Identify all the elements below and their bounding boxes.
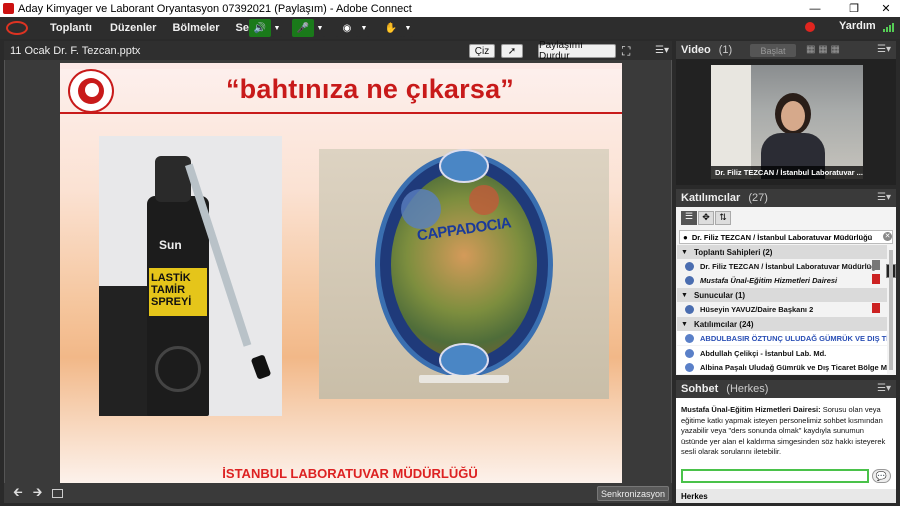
presenter-user-icon [685,304,694,314]
help-menu[interactable]: Yardım [839,20,876,32]
ministry-emblem-icon [68,69,114,113]
main-menu-bar: Toplantı Düzenler Bölmeler Ses [0,17,900,39]
slide-footer: İSTANBUL LABORATUVAR MÜDÜRLÜĞÜ [222,466,478,481]
chat-message: Mustafa Ünal-Eğitim Hizmetleri Dairesi: … [681,405,887,458]
participant-user-icon [685,362,694,372]
menu-bolmeler[interactable]: Bölmeler [172,22,219,34]
microphone-status-icon [872,260,880,270]
webcam-dropdown-icon[interactable]: ▼ [359,19,369,37]
attendee-row[interactable]: Hüseyin YAVUZ/Daire Başkanı 2 [677,302,887,316]
minimize-icon[interactable]: — [801,0,829,17]
raise-hand-dropdown-icon[interactable]: ▼ [403,19,413,37]
maximize-icon[interactable]: ❐ [840,0,868,17]
raise-hand-icon[interactable]: ✋ [380,19,402,37]
draw-button[interactable]: Çiz [469,44,495,58]
clear-selection-icon[interactable]: ✕ [883,232,892,241]
attendees-options-icon[interactable]: ☰▾ [877,192,891,203]
sort-icon[interactable]: ⇅ [715,211,731,225]
adobe-connect-logo-icon [0,17,34,39]
adobe-connect-app-icon [3,3,14,14]
next-slide-icon[interactable]: 🡲 [33,483,43,504]
participant-user-icon [685,333,694,343]
selected-attendee-bar[interactable]: ● Dr. Filiz TEZCAN / İstanbul Laboratuva… [679,230,893,244]
chat-options-icon[interactable]: ☰▾ [877,383,891,394]
attendees-count: (27) [748,192,768,204]
group-hosts[interactable]: ▼ Toplantı Sahipleri (2) [677,245,887,259]
attendee-row[interactable]: Mustafa Ünal-Eğitim Hizmetleri Dairesi [677,273,887,287]
sync-button[interactable]: Senkronizasyon [597,486,669,501]
menu-duzenler[interactable]: Düzenler [110,22,156,34]
spray-label-text: LASTİK TAMİR SPREYİ [151,272,192,308]
participant-user-icon [685,348,694,358]
grid-view-icon[interactable]: ✥ [698,211,714,225]
close-icon[interactable]: ✕ [872,0,900,17]
pod-options-icon[interactable]: ☰▾ [655,44,669,58]
presenter-name-label: Dr. Filiz TEZCAN / İstanbul Laboratuvar … [711,166,863,179]
attendee-row[interactable]: Abdullah Çelikçi - İstanbul Lab. Md. [677,346,887,360]
list-view-icon[interactable]: ☰ [681,211,697,225]
video-pod-title: Video [681,44,711,56]
previous-slide-icon[interactable]: 🡰 [13,483,23,504]
window-title: Aday Kimyager ve Laborant Oryantasyon 07… [18,2,412,15]
video-layout-icons[interactable]: ▦ ▦ ▦ [806,44,860,57]
group-presenters[interactable]: ▼ Sunucular (1) [677,288,887,302]
presenter-video-feed [711,65,863,179]
tire-repair-spray-photo: Sun LASTİK TAMİR SPREYİ [99,136,282,416]
recording-status-icon [805,22,815,32]
chat-recipient-tab[interactable]: Herkes [676,489,896,503]
microphone-muted-icon [872,274,880,284]
stop-sharing-button[interactable]: Paylaşımı Durdur [538,40,616,62]
slide-title: “bahtınıza ne çıkarsa” [225,74,514,104]
slide-divider [60,112,622,114]
attendees-scrollbar[interactable] [889,250,893,370]
webcam-icon[interactable]: ◉ [336,19,358,37]
user-icon: ● [683,232,688,242]
host-user-icon [685,261,694,271]
video-count: (1) [718,44,733,56]
attendee-row[interactable]: Albina Paşalı Uludağ Gümrük ve Dış Ticar… [677,360,887,374]
share-pod-footer: 🡰 🡲 [4,483,672,503]
cappadocia-plate-photo: CAPPADOCIA [319,149,609,399]
attendees-pod-title: Katılımcılar [681,192,741,204]
attendee-row[interactable]: Dr. Filiz TEZCAN / İstanbul Laboratuvar … [677,259,887,273]
collapse-icon[interactable]: ▼ [681,249,688,256]
microphone-muted-icon [872,303,880,313]
speaker-dropdown-icon[interactable]: ▼ [272,19,282,37]
microphone-dropdown-icon[interactable]: ▼ [315,19,325,37]
speaker-icon[interactable]: 🔊 [249,19,271,37]
sidebar-toggle-icon[interactable] [52,488,64,498]
start-video-button[interactable]: Başlat [750,44,796,57]
attendees-pod-header: Katılımcılar (27) [676,189,896,207]
window-title-bar: Aday Kimyager ve Laborant Oryantasyon 07… [0,0,900,17]
presentation-slide: “bahtınıza ne çıkarsa” Sun LASTİK TAMİR … [60,63,622,484]
collapse-icon[interactable]: ▼ [681,321,688,328]
chat-input[interactable] [681,469,869,483]
spray-brand-text: Sun [159,238,182,252]
chat-pod-title: Sohbet [681,383,719,395]
connection-status-icon [883,22,895,32]
send-message-icon[interactable]: 💬 [872,469,891,483]
video-options-icon[interactable]: ☰▾ [877,44,891,55]
microphone-icon[interactable]: 🎤 [292,19,314,37]
host-user-icon [685,275,694,285]
share-file-name: 11 Ocak Dr. F. Tezcan.pptx [10,44,141,57]
chat-audience: (Herkes) [726,383,769,395]
fullscreen-icon[interactable]: ⛶ [622,44,636,58]
attendee-row[interactable]: ABDULBASIR ÖZTUNÇ ULUDAĞ GÜMRÜK VE DIŞ T… [677,331,887,345]
chat-pod-header: Sohbet (Herkes) [676,380,896,398]
collapse-icon[interactable]: ▼ [681,292,688,299]
chat-message-author: Mustafa Ünal-Eğitim Hizmetleri Dairesi: [681,405,821,414]
group-participants[interactable]: ▼ Katılımcılar (24) [677,317,887,331]
menu-toplanti[interactable]: Toplantı [50,22,92,34]
pointer-icon[interactable]: ➚ [501,44,523,58]
